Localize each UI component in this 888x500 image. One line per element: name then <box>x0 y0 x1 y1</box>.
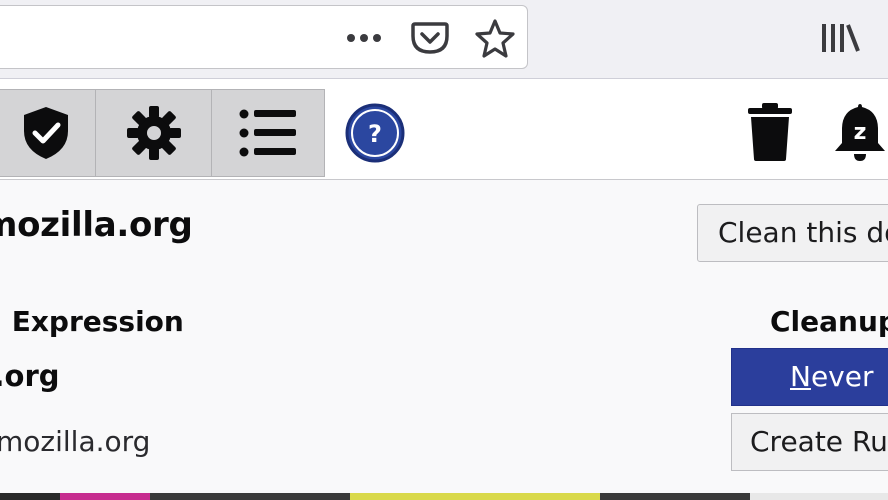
rule-expression: mozilla.org <box>0 425 151 458</box>
pocket-icon[interactable] <box>410 18 450 62</box>
svg-text:?: ? <box>368 120 382 148</box>
tab-settings[interactable] <box>95 89 212 177</box>
never-label-rest: ever <box>810 360 874 393</box>
library-icon[interactable] <box>820 20 862 60</box>
bookmark-star-icon[interactable] <box>474 17 516 63</box>
expression-column-header: ng Expression <box>0 305 184 338</box>
clean-domain-button[interactable]: Clean this domain <box>697 204 888 262</box>
strip-segment <box>350 493 600 500</box>
rule-expression: la.org <box>0 359 60 393</box>
svg-text:z: z <box>854 120 867 145</box>
help-icon[interactable]: ? <box>344 102 406 168</box>
list-icon <box>239 109 296 157</box>
strip-segment <box>150 493 350 500</box>
strip-segment <box>0 493 60 500</box>
strip-segment <box>750 493 888 500</box>
strip-segment <box>60 493 150 500</box>
create-rule-button[interactable]: Create Rule <box>731 413 888 471</box>
tab-rules-list[interactable] <box>211 89 325 177</box>
snooze-bell-icon[interactable]: z <box>832 101 888 167</box>
popup-tab-bar: ? z <box>0 79 888 180</box>
page-content-strip <box>0 493 888 500</box>
strip-segment <box>600 493 750 500</box>
never-cleanup-button[interactable]: Never <box>731 348 888 406</box>
shield-check-icon <box>24 107 68 159</box>
extension-popup: ? z mozilla.org Clean this domain ng Exp… <box>0 79 888 500</box>
trash-icon[interactable] <box>745 102 795 166</box>
gear-icon <box>126 106 181 160</box>
browser-toolbar <box>0 0 888 79</box>
never-accesskey: N <box>790 360 811 393</box>
domain-title: mozilla.org <box>0 205 193 245</box>
tab-current-domain[interactable] <box>0 89 96 177</box>
cleanup-column-header: Cleanup <box>770 305 888 338</box>
more-icon[interactable] <box>344 28 386 52</box>
